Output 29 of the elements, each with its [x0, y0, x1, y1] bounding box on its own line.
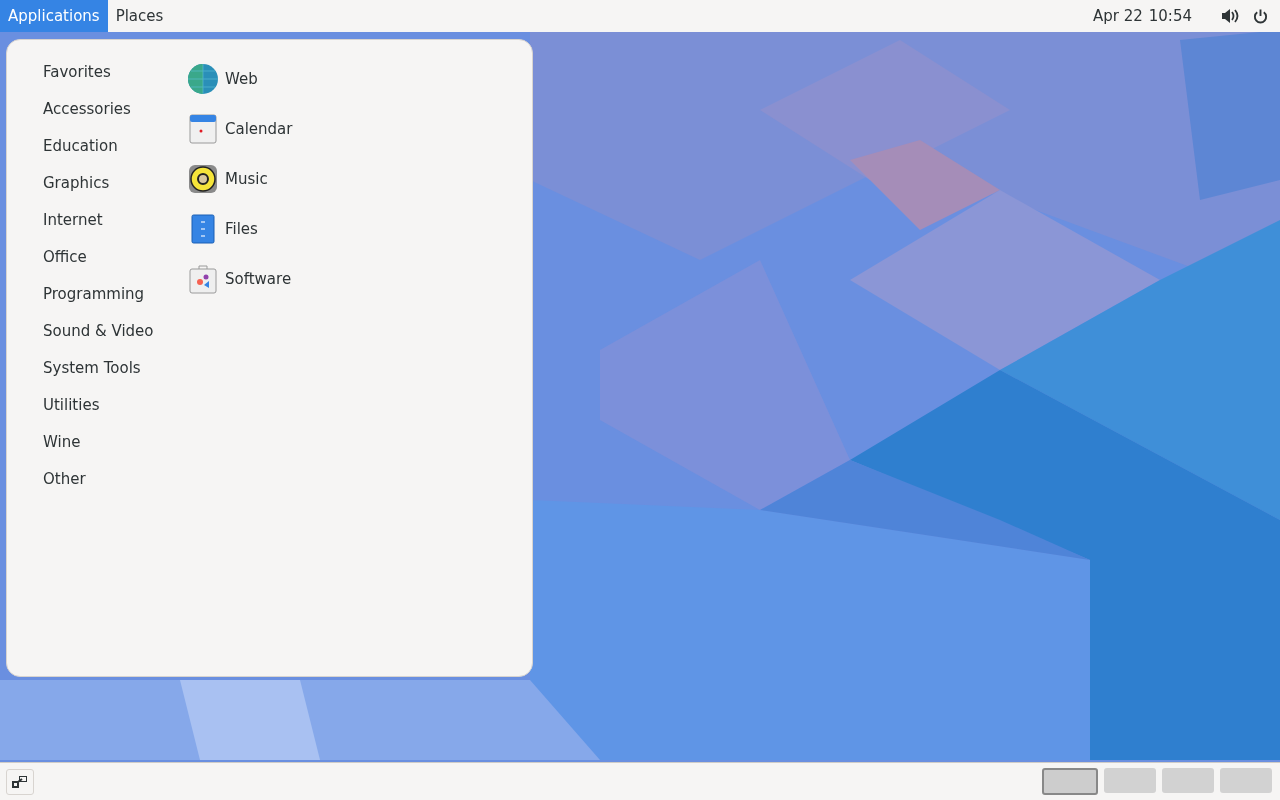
- globe-icon: [187, 63, 219, 95]
- category-item[interactable]: Other: [43, 461, 187, 498]
- speaker-icon: [187, 163, 219, 195]
- clock-button[interactable]: Apr 22 10:54: [1084, 0, 1200, 32]
- category-item[interactable]: System Tools: [43, 350, 187, 387]
- category-item[interactable]: Programming: [43, 276, 187, 313]
- category-item[interactable]: Utilities: [43, 387, 187, 424]
- category-item[interactable]: Sound & Video: [43, 313, 187, 350]
- workspace-button[interactable]: [1042, 768, 1098, 795]
- calendar-icon: [187, 113, 219, 145]
- category-item[interactable]: Education: [43, 128, 187, 165]
- category-item[interactable]: Favorites: [43, 54, 187, 91]
- window-icon: [12, 774, 28, 789]
- category-item[interactable]: Internet: [43, 202, 187, 239]
- category-item[interactable]: Graphics: [43, 165, 187, 202]
- category-item[interactable]: Office: [43, 239, 187, 276]
- volume-icon[interactable]: [1222, 9, 1239, 23]
- shopping-bag-icon: [187, 263, 219, 295]
- power-icon[interactable]: [1253, 8, 1268, 24]
- app-item[interactable]: Web: [187, 54, 293, 104]
- app-item[interactable]: Files: [187, 204, 293, 254]
- panel-menu-button[interactable]: Applications: [0, 0, 108, 32]
- show-desktop-button[interactable]: [6, 768, 34, 795]
- category-item[interactable]: Wine: [43, 424, 187, 461]
- app-item[interactable]: Calendar: [187, 104, 293, 154]
- app-item[interactable]: Music: [187, 154, 293, 204]
- panel-menu-button[interactable]: Places: [107, 0, 172, 32]
- category-item[interactable]: Accessories: [43, 91, 187, 128]
- app-item[interactable]: Software: [187, 254, 293, 304]
